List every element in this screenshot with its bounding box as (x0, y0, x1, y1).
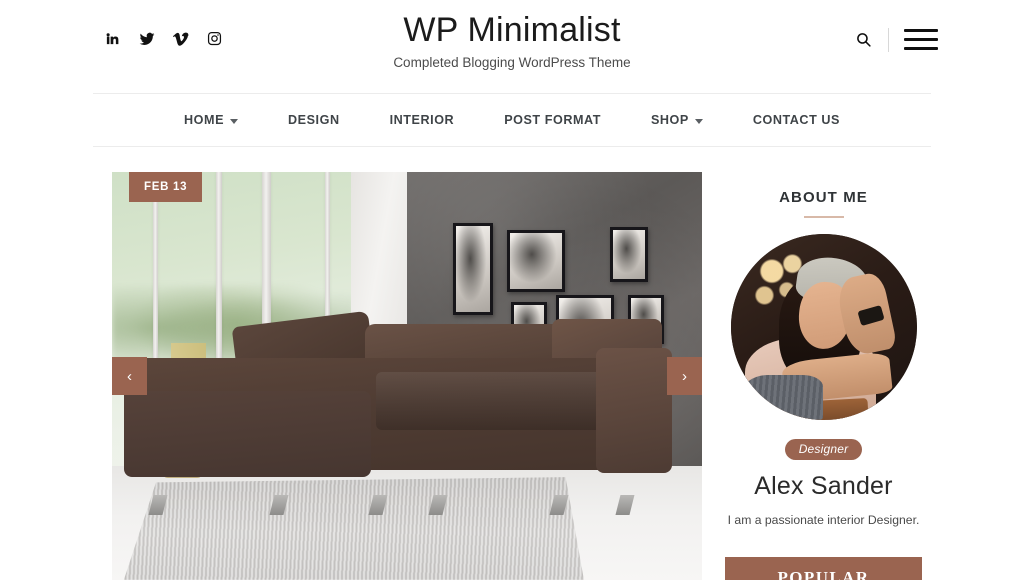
main-navigation: HOME DESIGN INTERIOR POST FORMAT SHOP CO… (93, 93, 931, 147)
nav-list: HOME DESIGN INTERIOR POST FORMAT SHOP CO… (159, 113, 865, 127)
site-tagline: Completed Blogging WordPress Theme (393, 55, 631, 70)
search-icon[interactable] (853, 30, 873, 50)
nav-label: CONTACT US (752, 113, 840, 127)
nav-item-interior[interactable]: INTERIOR (365, 113, 480, 127)
page-root: WP Minimalist Completed Blogging WordPre… (0, 0, 1024, 580)
social-links (104, 30, 223, 47)
instagram-icon[interactable] (206, 30, 223, 47)
hero-image (112, 172, 702, 580)
hamburger-bar (904, 47, 938, 50)
nav-item-contact-us[interactable]: CONTACT US (728, 113, 865, 127)
slider-next-arrow[interactable]: › (667, 357, 702, 395)
nav-label: DESIGN (288, 113, 340, 127)
vimeo-icon[interactable] (172, 30, 189, 47)
title-underline (803, 216, 844, 218)
twitter-icon[interactable] (138, 30, 155, 47)
content-area: FEB 13 ‹ › ABOUT ME Designer Alex Sander… (112, 172, 931, 580)
hamburger-menu-icon[interactable] (904, 27, 938, 52)
nav-item-shop[interactable]: SHOP (626, 113, 728, 127)
header-divider (888, 27, 889, 52)
about-me-widget: ABOUT ME Designer Alex Sander I am a pas… (725, 188, 922, 529)
status-badge[interactable]: Designer (784, 439, 863, 460)
avatar (730, 234, 917, 420)
nav-label: INTERIOR (389, 113, 455, 127)
hamburger-bar (904, 29, 938, 32)
author-name: Alex Sander (754, 472, 893, 500)
nav-item-design[interactable]: DESIGN (263, 113, 365, 127)
hero-slider[interactable]: FEB 13 ‹ › (112, 172, 702, 580)
role-badge-wrap: Designer (725, 420, 922, 460)
linkedin-icon[interactable] (104, 30, 121, 47)
sidebar: ABOUT ME Designer Alex Sander I am a pas… (725, 172, 922, 580)
chevron-down-icon (230, 118, 239, 124)
nav-item-post-format[interactable]: POST FORMAT (479, 113, 626, 127)
hamburger-bar (904, 38, 938, 41)
chevron-down-icon (694, 118, 703, 124)
sectional-sofa (123, 310, 673, 515)
nav-label: POST FORMAT (504, 113, 601, 127)
nav-label: SHOP (650, 113, 689, 127)
about-me-title: ABOUT ME (779, 189, 868, 206)
nav-item-home[interactable]: HOME (159, 113, 263, 127)
header-actions (853, 27, 938, 52)
slider-prev-arrow[interactable]: ‹ (112, 357, 147, 395)
author-bio: I am a passionate interior Designer. (727, 513, 920, 527)
nav-label: HOME (184, 113, 225, 127)
popular-widget-title[interactable]: POPULAR (725, 557, 922, 580)
post-date-badge[interactable]: FEB 13 (129, 172, 203, 202)
site-header: WP Minimalist Completed Blogging WordPre… (0, 0, 1024, 93)
